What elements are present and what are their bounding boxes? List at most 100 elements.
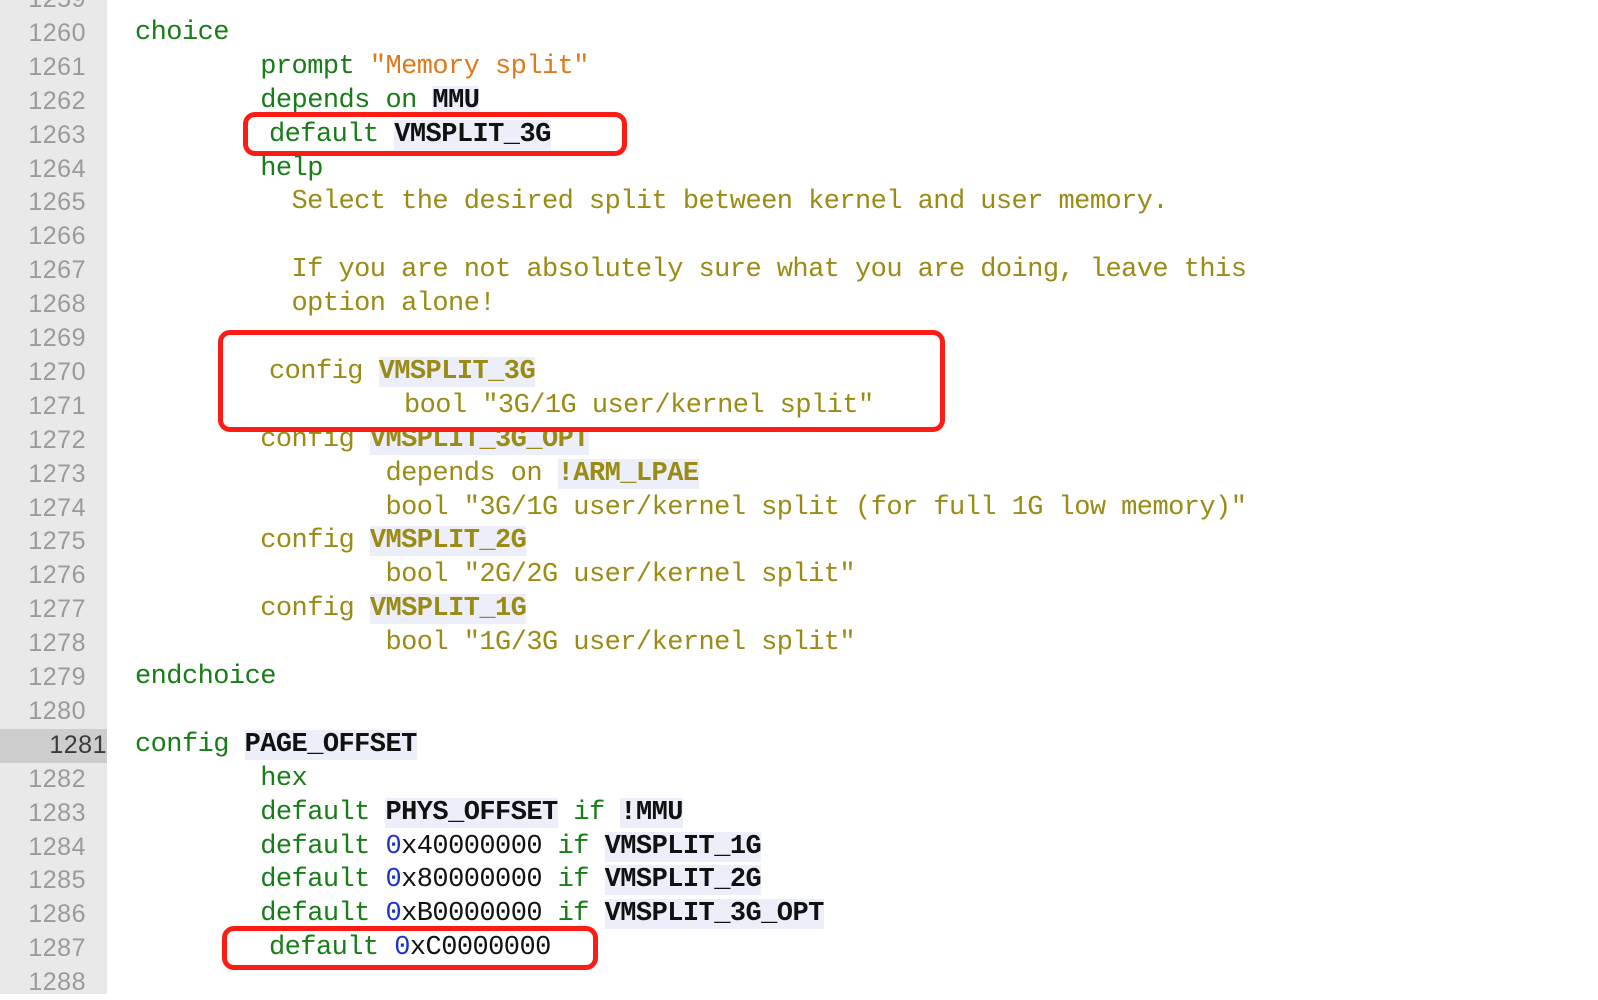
keyword-if: if bbox=[557, 865, 590, 896]
keyword-default: default bbox=[260, 899, 370, 930]
annotation-content-config-vmsplit-3g: config VMSPLIT_3G bbox=[269, 356, 536, 390]
code-line-1264[interactable]: help bbox=[135, 153, 323, 187]
code-line-1276[interactable]: bool "2G/2G user/kernel split" bbox=[135, 559, 855, 593]
hex-prefix-digit: 0 bbox=[385, 865, 402, 896]
code-line-1260[interactable]: choice bbox=[135, 17, 229, 51]
code-line-1277[interactable]: config VMSPLIT_1G bbox=[135, 593, 527, 627]
keyword-endchoice: endchoice bbox=[135, 662, 276, 692]
code-line-1283[interactable]: default PHYS_OFFSET if !MMU bbox=[135, 797, 683, 831]
code-line-1279[interactable]: endchoice bbox=[135, 661, 276, 695]
keyword-bool: bool bbox=[385, 560, 449, 591]
keyword-default: default bbox=[269, 933, 379, 964]
hex-digits: x40000000 bbox=[401, 831, 542, 862]
string-bool-3g1g: "3G/1G user/kernel split" bbox=[482, 390, 874, 421]
code-line-1284[interactable]: default 0x40000000 if VMSPLIT_1G bbox=[135, 831, 762, 865]
keyword-if: if bbox=[557, 831, 590, 862]
code-line-1267[interactable]: If you are not absolutely sure what you … bbox=[135, 254, 1247, 288]
string-memory-split: "Memory split" bbox=[369, 51, 590, 82]
annotation-content-default-0xc0000000: default 0xC0000000 bbox=[269, 932, 551, 966]
keyword-config: config bbox=[260, 594, 355, 625]
hex-digits: xB0000000 bbox=[401, 899, 542, 930]
identifier-vmsplit-3g: VMSPLIT_3G bbox=[378, 356, 536, 387]
help-text-line-3: option alone! bbox=[291, 289, 496, 320]
identifier-vmsplit-2g: VMSPLIT_2G bbox=[369, 526, 527, 557]
keyword-default: default bbox=[269, 119, 379, 150]
string-bool-2g2g: "2G/2G user/kernel split" bbox=[463, 560, 856, 591]
keyword-config: config bbox=[135, 729, 229, 760]
keyword-default: default bbox=[260, 831, 370, 862]
keyword-config: config bbox=[260, 526, 355, 557]
hex-literal-0xb0000000: 0xB0000000 bbox=[385, 899, 542, 929]
identifier-vmsplit-1g: VMSPLIT_1G bbox=[604, 831, 762, 862]
keyword-bool: bool bbox=[404, 390, 467, 421]
keyword-config: config bbox=[269, 356, 363, 387]
code-line-1265[interactable]: Select the desired split between kernel … bbox=[135, 186, 1169, 220]
hex-prefix-digit: 0 bbox=[394, 933, 410, 964]
identifier-vmsplit-3g-opt: VMSPLIT_3G_OPT bbox=[604, 899, 824, 930]
keyword-bool: bool bbox=[385, 628, 449, 659]
hex-digits: x80000000 bbox=[401, 865, 542, 896]
string-bool-3g1g-opt: "3G/1G user/kernel split (for full 1G lo… bbox=[463, 492, 1247, 523]
code-line-1285[interactable]: default 0x80000000 if VMSPLIT_2G bbox=[135, 864, 762, 898]
identifier-arm-lpae: ARM_LPAE bbox=[573, 458, 699, 489]
code-line-1282[interactable]: hex bbox=[135, 763, 308, 797]
code-line-1268[interactable]: option alone! bbox=[135, 288, 496, 322]
hex-prefix-digit: 0 bbox=[385, 899, 402, 930]
code-line-1274[interactable]: bool "3G/1G user/kernel split (for full … bbox=[135, 492, 1246, 526]
code-content[interactable]: choice prompt "Memory split" depends on … bbox=[0, 0, 1598, 994]
code-line-1281[interactable]: config PAGE_OFFSET bbox=[135, 729, 417, 763]
help-text-line-2: If you are not absolutely sure what you … bbox=[291, 255, 1247, 286]
annotation-content-default-vmsplit-3g: default VMSPLIT_3G bbox=[269, 119, 551, 153]
hex-literal-0x40000000: 0x40000000 bbox=[385, 832, 542, 862]
keyword-help: help bbox=[260, 153, 323, 184]
code-line-1273[interactable]: depends on !ARM_LPAE bbox=[135, 458, 699, 492]
not-operator: ! bbox=[620, 797, 636, 828]
hex-literal-0x80000000: 0x80000000 bbox=[385, 865, 542, 895]
identifier-page-offset: PAGE_OFFSET bbox=[244, 729, 417, 760]
keyword-prompt: prompt bbox=[260, 51, 355, 82]
keyword-bool: bool bbox=[385, 492, 449, 523]
code-line-1275[interactable]: config VMSPLIT_2G bbox=[135, 525, 527, 559]
not-operator: ! bbox=[557, 458, 574, 489]
hex-prefix-digit: 0 bbox=[385, 831, 402, 862]
code-editor[interactable]: 1259 1260 1261 1262 1263 1264 1265 1266 … bbox=[0, 0, 1598, 996]
code-line-1261[interactable]: prompt "Memory split" bbox=[135, 51, 589, 85]
identifier-vmsplit-1g: VMSPLIT_1G bbox=[369, 594, 527, 625]
identifier-mmu: MMU bbox=[635, 797, 683, 828]
identifier-phys-offset: PHYS_OFFSET bbox=[385, 797, 558, 828]
code-line-1278[interactable]: bool "1G/3G user/kernel split" bbox=[135, 627, 855, 661]
keyword-default: default bbox=[260, 865, 370, 896]
identifier-vmsplit-2g: VMSPLIT_2G bbox=[604, 865, 762, 896]
keyword-hex: hex bbox=[260, 763, 308, 794]
